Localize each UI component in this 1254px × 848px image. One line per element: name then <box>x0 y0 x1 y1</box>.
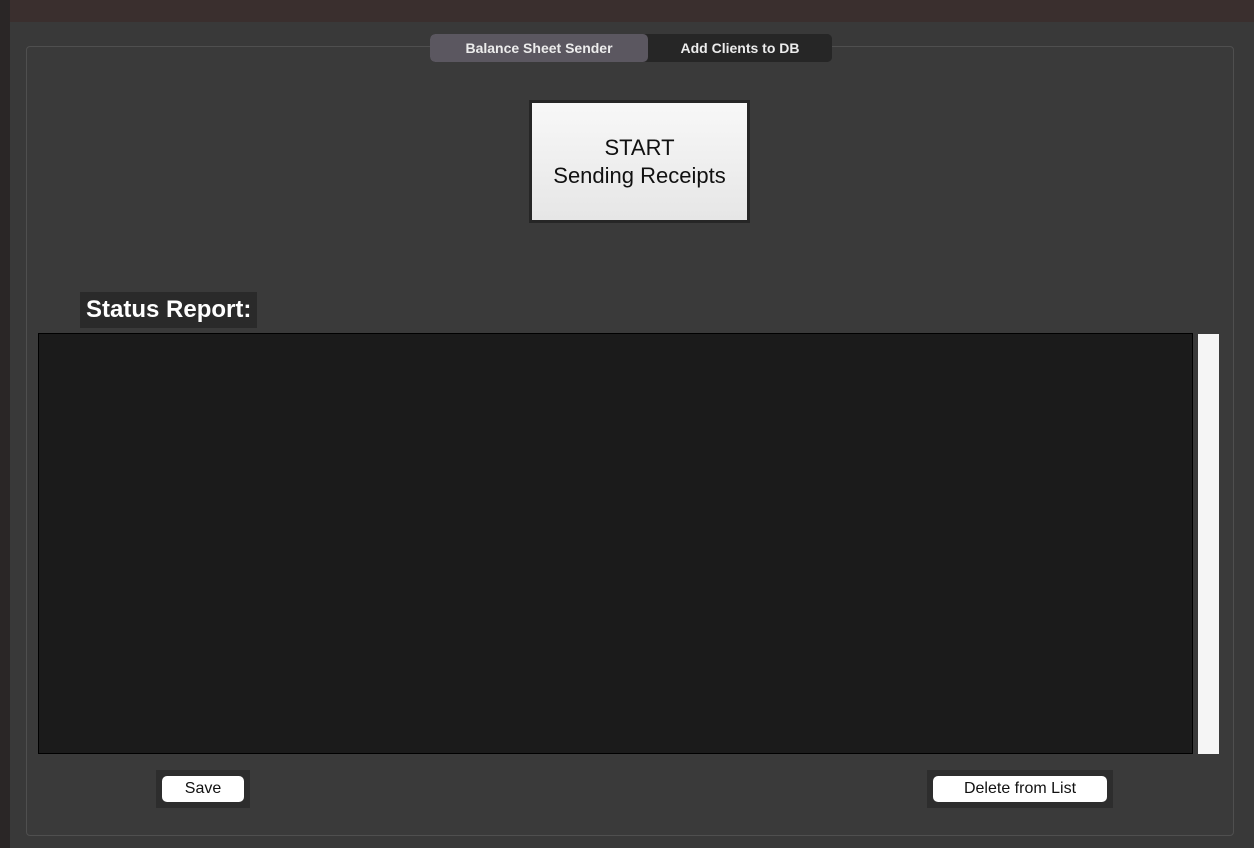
save-button[interactable]: Save <box>162 776 244 802</box>
app-window: Balance Sheet Sender Add Clients to DB S… <box>10 22 1254 848</box>
delete-button-frame: Delete from List <box>927 770 1113 808</box>
status-report-label: Status Report: <box>80 292 258 328</box>
status-report-scrollbar[interactable] <box>1198 334 1219 754</box>
start-sending-receipts-button[interactable]: START Sending Receipts <box>529 100 750 223</box>
tab-add-clients-to-db[interactable]: Add Clients to DB <box>648 34 832 62</box>
start-button-line2: Sending Receipts <box>553 162 726 188</box>
window-titlebar <box>10 0 1254 23</box>
tab-balance-sheet-sender[interactable]: Balance Sheet Sender <box>430 34 648 62</box>
status-report-textarea[interactable] <box>38 333 1193 754</box>
delete-from-list-button[interactable]: Delete from List <box>933 776 1107 802</box>
save-button-frame: Save <box>156 770 250 808</box>
start-button-line1: START <box>604 134 675 160</box>
tab-bar: Balance Sheet Sender Add Clients to DB <box>430 34 832 62</box>
